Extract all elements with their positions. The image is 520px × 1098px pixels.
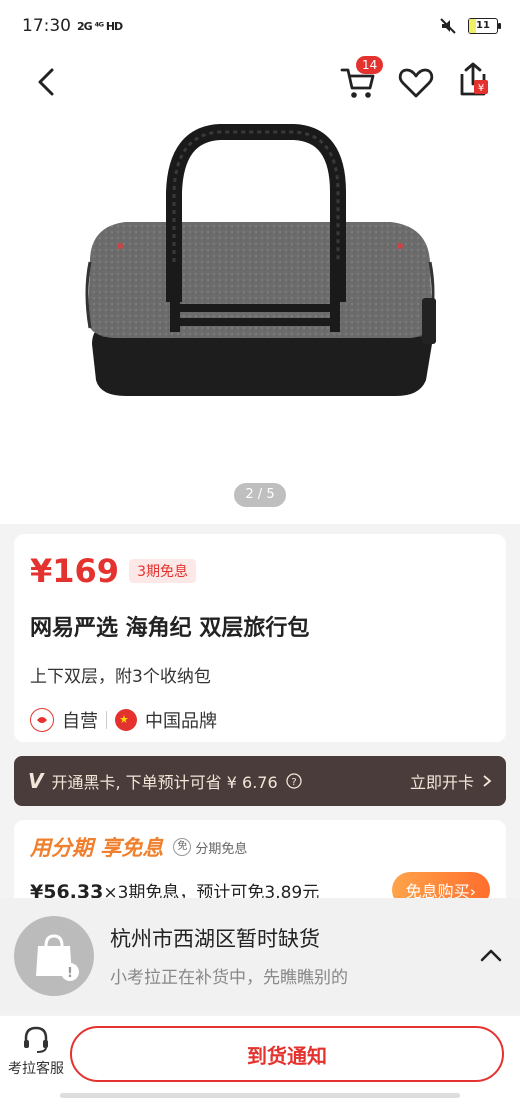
open-card-link[interactable]: 立即开卡 [410,769,474,793]
svg-text:¥: ¥ [478,83,484,94]
installment-free-tag: 免 分期免息 [173,838,247,857]
chevron-up-icon[interactable] [476,941,506,971]
restock-notify-button[interactable]: 到货通知 [70,1026,504,1082]
home-indicator [60,1093,460,1098]
bottom-action-bar: 考拉客服 到货通知 [0,1016,520,1098]
brand-divider [106,711,107,729]
product-price: ¥169 [30,552,120,590]
help-icon[interactable]: ? [285,773,302,789]
shopping-bag-icon: ! [14,915,94,996]
black-card-banner[interactable]: V 开通黑卡, 下单预计可省 ¥ 6.76 ? 立即开卡 [14,756,506,806]
installment-title: 用分期 享免息 [30,836,164,860]
headset-icon [24,1026,48,1053]
product-image[interactable] [80,122,440,422]
share-icon[interactable]: ¥ [452,60,492,100]
free-icon: 免 [173,838,192,856]
product-gallery: 14 ¥ 2 / 5 [0,52,520,524]
brand-origin-label: 中国品牌 [145,711,217,732]
out-of-stock-panel[interactable]: ! 杭州市西湖区暂时缺货 小考拉正在补货中，先瞧瞧别的 [0,898,520,1013]
mute-icon [440,18,456,34]
status-bar: 17:30 2G ⁴ᴳ HD 11 [0,0,520,52]
product-title: 网易严选 海角纪 双层旅行包 [30,616,310,641]
heart-icon[interactable] [396,62,436,102]
battery-icon: 11 [468,18,501,34]
network-indicator: 2G ⁴ᴳ HD [77,19,123,33]
cart-badge: 14 [356,56,384,74]
svg-text:?: ? [291,777,296,788]
restock-notify-label: 到货通知 [247,1043,327,1068]
chevron-right-icon [483,775,492,787]
battery-level: 11 [476,20,490,31]
product-subtitle: 上下双层，附3个收纳包 [30,667,211,687]
self-operated-label: 自营 [62,711,98,732]
product-info-card: ¥169 3期免息 网易严选 海角纪 双层旅行包 上下双层，附3个收纳包 自营 … [14,534,506,742]
v-badge-icon: V [28,769,44,793]
customer-service-label: 考拉客服 [8,1061,64,1077]
gallery-page-indicator: 2 / 5 [234,483,286,507]
member-promo-text: 开通黑卡, 下单预计可省 ¥ 6.76 [51,773,278,792]
customer-service-button[interactable]: 考拉客服 [4,1024,68,1078]
svg-text:!: ! [67,966,73,981]
installment-tag: 3期免息 [129,559,196,583]
installment-free-label: 分期免息 [195,841,248,857]
stock-status-subtitle: 小考拉正在补货中，先瞧瞧别的 [110,968,348,988]
kaola-logo-icon [30,708,54,732]
china-flag-icon [115,709,137,731]
installment-card: 用分期 享免息 免 分期免息 ¥56.33×3期免息，预计可免3.89元 免息购… [14,820,506,910]
status-time: 17:30 [22,16,71,36]
back-icon[interactable] [30,64,66,100]
stock-status-title: 杭州市西湖区暂时缺货 [110,927,320,951]
